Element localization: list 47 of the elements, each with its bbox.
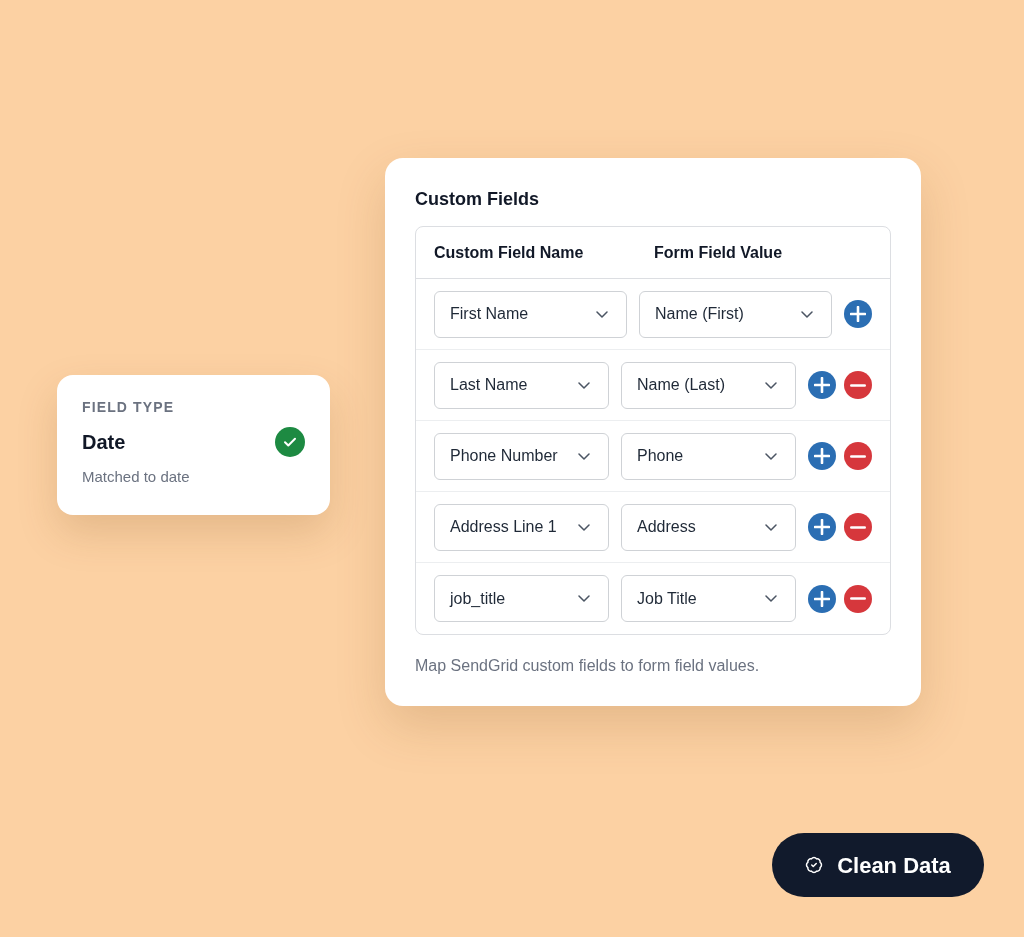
plus-icon <box>814 519 830 535</box>
help-text: Map SendGrid custom fields to form field values. <box>415 656 761 676</box>
select-dropdown[interactable]: Address <box>621 503 796 551</box>
field-type-value: Date <box>82 430 126 455</box>
field-type-label: FIELD TYPE <box>82 398 176 417</box>
clean-data-button[interactable]: Clean Data <box>772 833 984 897</box>
select-dropdown[interactable]: Name (Last) <box>621 361 796 409</box>
add-row-button[interactable] <box>808 513 836 541</box>
remove-row-button[interactable] <box>844 371 872 399</box>
select-dropdown[interactable]: Address Line 1 <box>434 503 609 551</box>
remove-row-button[interactable] <box>844 442 872 470</box>
chevron-down-icon <box>578 452 590 460</box>
select-dropdown[interactable]: Job Title <box>621 575 796 622</box>
remove-row-button[interactable] <box>844 513 872 541</box>
chevron-down-icon <box>596 310 608 318</box>
badge-check-icon <box>805 856 824 874</box>
chevron-down-icon <box>765 523 777 531</box>
select-dropdown[interactable]: First Name <box>434 290 627 338</box>
column-header: Custom Field Name <box>434 242 585 263</box>
plus-icon <box>850 306 866 322</box>
add-row-button[interactable] <box>808 584 836 613</box>
minus-icon <box>850 383 866 387</box>
add-row-button[interactable] <box>844 300 872 328</box>
column-header: Form Field Value <box>654 242 783 263</box>
select-dropdown[interactable]: job_title <box>434 575 609 622</box>
add-row-button[interactable] <box>808 442 836 470</box>
remove-row-button[interactable] <box>844 584 872 613</box>
chevron-down-icon <box>578 595 590 602</box>
card-title: Custom Fields <box>415 188 540 211</box>
chevron-down-icon <box>801 310 813 318</box>
plus-icon <box>814 590 830 607</box>
chevron-down-icon <box>578 523 590 531</box>
minus-icon <box>850 525 866 529</box>
chevron-down-icon <box>765 452 777 460</box>
chevron-down-icon <box>765 381 777 389</box>
select-dropdown[interactable]: Name (First) <box>639 290 832 338</box>
minus-icon <box>850 454 866 458</box>
field-type-note: Matched to date <box>82 467 191 487</box>
plus-icon <box>814 448 830 464</box>
minus-icon <box>850 597 866 600</box>
chevron-down-icon <box>765 595 777 602</box>
plus-icon <box>814 377 830 393</box>
add-row-button[interactable] <box>808 371 836 399</box>
chevron-down-icon <box>578 381 590 389</box>
select-dropdown[interactable]: Last Name <box>434 361 609 409</box>
select-dropdown[interactable]: Phone <box>621 432 796 480</box>
select-dropdown[interactable]: Phone Number <box>434 432 609 480</box>
